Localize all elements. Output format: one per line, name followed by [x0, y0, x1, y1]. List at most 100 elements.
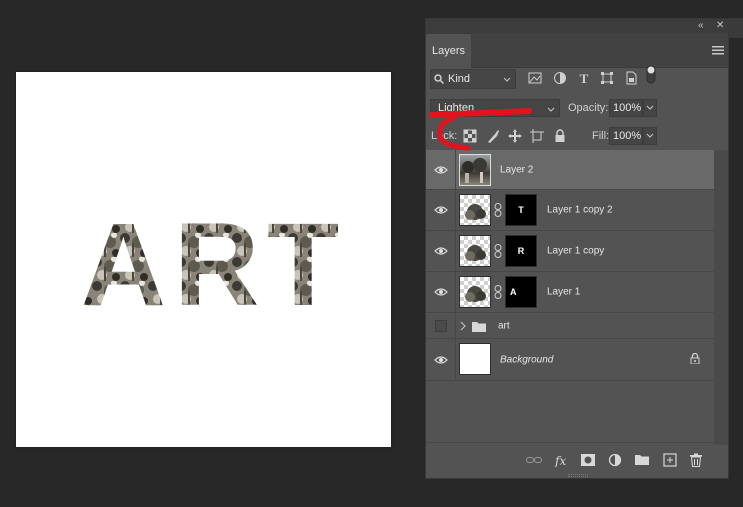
- mask-letter: R: [517, 246, 525, 256]
- layer-mask-thumbnail[interactable]: A: [505, 276, 537, 308]
- layer-name: Layer 1 copy: [547, 245, 605, 257]
- layer-row[interactable]: Background: [426, 339, 714, 381]
- link-icon[interactable]: [494, 203, 502, 217]
- opacity-value: 100%: [613, 102, 642, 114]
- opacity-label: Opacity:: [568, 102, 609, 114]
- filter-kind-dropdown[interactable]: Kind: [430, 69, 516, 89]
- panel-resize-grip[interactable]: [568, 474, 588, 477]
- lock-row: Lock: Fill: 100%: [430, 127, 724, 147]
- document-canvas[interactable]: ART: [16, 72, 391, 447]
- layer-thumbnail-image: [462, 158, 487, 183]
- layer-mask-thumbnail[interactable]: R: [505, 235, 537, 267]
- blend-row: Lighten Opacity: 100%: [430, 99, 724, 119]
- eye-icon[interactable]: [434, 205, 448, 215]
- panel-titlebar: « ✕: [426, 19, 728, 34]
- filter-kind-label: Kind: [448, 73, 471, 85]
- fill-value: 100%: [613, 130, 642, 142]
- layer-divider: [455, 150, 456, 189]
- layer-thumbnail[interactable]: [459, 343, 491, 375]
- shape-layer-filter-icon[interactable]: [600, 71, 614, 85]
- layer-divider: [455, 272, 456, 312]
- svg-text:fx: fx: [554, 454, 566, 467]
- adjustment-layer-filter-icon[interactable]: [553, 71, 567, 85]
- lock-image-pixels-icon[interactable]: [486, 129, 500, 143]
- art-text-graphic: ART: [81, 209, 348, 309]
- layer-group-row[interactable]: art: [426, 313, 714, 339]
- trash-icon[interactable]: [688, 453, 704, 467]
- chevron-down-icon: [646, 105, 654, 110]
- layer-thumbnail[interactable]: [459, 235, 491, 267]
- layer-row[interactable]: T Layer 1 copy 2: [426, 190, 714, 231]
- link-icon[interactable]: [494, 244, 502, 258]
- chevron-down-icon: [547, 107, 555, 112]
- lock-label: Lock:: [431, 130, 458, 142]
- layer-divider: [455, 339, 456, 380]
- close-icon[interactable]: ✕: [716, 20, 724, 31]
- svg-text:ART: ART: [81, 209, 348, 309]
- new-group-icon[interactable]: [634, 453, 650, 467]
- new-layer-icon[interactable]: [662, 453, 678, 467]
- link-icon[interactable]: [494, 285, 502, 299]
- search-icon: [434, 74, 444, 84]
- tab-layers-label: Layers: [431, 45, 466, 57]
- lock-transparent-pixels-icon[interactable]: [463, 129, 477, 143]
- eye-icon[interactable]: [434, 246, 448, 256]
- lock-position-icon[interactable]: [508, 129, 522, 143]
- lock-artboard-icon[interactable]: [530, 129, 544, 143]
- filter-toggle-switch[interactable]: [646, 65, 656, 85]
- layer-row[interactable]: R Layer 1 copy: [426, 231, 714, 272]
- layer-mask-thumbnail[interactable]: T: [505, 194, 537, 226]
- hamburger-menu-icon[interactable]: [712, 45, 724, 55]
- mask-letter: A: [510, 287, 517, 297]
- layer-name: Layer 1: [547, 286, 581, 298]
- blend-mode-value: Lighten: [438, 102, 475, 114]
- layers-panel: « ✕ Layers Kind T Lighten Opacity: 100%: [425, 18, 729, 479]
- panel-footer: fx: [426, 442, 728, 478]
- layer-row[interactable]: A Layer 1: [426, 272, 714, 313]
- chevron-down-icon: [646, 133, 654, 138]
- layer-name: art: [498, 320, 510, 331]
- opacity-dropdown-button[interactable]: [643, 99, 657, 117]
- fill-label: Fill:: [592, 130, 610, 142]
- fx-icon[interactable]: fx: [554, 453, 570, 467]
- layer-divider: [455, 313, 456, 338]
- double-chevron-left-icon[interactable]: «: [698, 20, 704, 31]
- visibility-toggle-empty[interactable]: [435, 320, 447, 332]
- filter-row: Kind T: [430, 65, 724, 91]
- layer-thumbnail[interactable]: [459, 276, 491, 308]
- lock-all-icon[interactable]: [553, 129, 567, 143]
- type-layer-filter-icon[interactable]: T: [577, 71, 591, 85]
- lock-icon: [690, 353, 700, 364]
- tab-layers[interactable]: Layers: [426, 34, 471, 68]
- layer-thumbnail[interactable]: [459, 194, 491, 226]
- layer-thumbnail[interactable]: [459, 154, 491, 186]
- opacity-input[interactable]: 100%: [609, 99, 643, 117]
- chevron-right-icon[interactable]: [460, 321, 466, 331]
- smart-object-filter-icon[interactable]: [624, 71, 638, 85]
- layer-name: Layer 1 copy 2: [547, 204, 613, 216]
- side-dock-edge: [729, 18, 743, 38]
- layer-divider: [455, 231, 456, 271]
- blend-mode-dropdown[interactable]: Lighten: [430, 99, 560, 117]
- mask-letter: T: [518, 205, 524, 215]
- layer-thumbnail-image: [465, 245, 486, 261]
- add-mask-icon[interactable]: [580, 453, 596, 467]
- layer-divider: [455, 190, 456, 230]
- layer-row[interactable]: Layer 2: [426, 150, 714, 190]
- eye-icon[interactable]: [434, 287, 448, 297]
- folder-icon: [472, 322, 486, 332]
- chevron-down-icon: [503, 77, 511, 82]
- layers-scrollbar[interactable]: [714, 150, 728, 445]
- eye-icon[interactable]: [434, 355, 448, 365]
- layers-list: Layer 2 T Layer 1 copy 2 R Layer 1 copy: [426, 150, 714, 381]
- fill-input[interactable]: 100%: [609, 127, 643, 145]
- layer-name: Background: [500, 354, 554, 365]
- link-layers-icon[interactable]: [526, 453, 542, 467]
- eye-icon[interactable]: [434, 165, 448, 175]
- fill-dropdown-button[interactable]: [643, 127, 657, 145]
- layer-thumbnail-image: [465, 204, 486, 220]
- adjustment-layer-icon[interactable]: [608, 453, 624, 467]
- pixel-layer-filter-icon[interactable]: [528, 71, 542, 85]
- layer-thumbnail-image: [465, 286, 486, 302]
- svg-text:T: T: [580, 71, 589, 85]
